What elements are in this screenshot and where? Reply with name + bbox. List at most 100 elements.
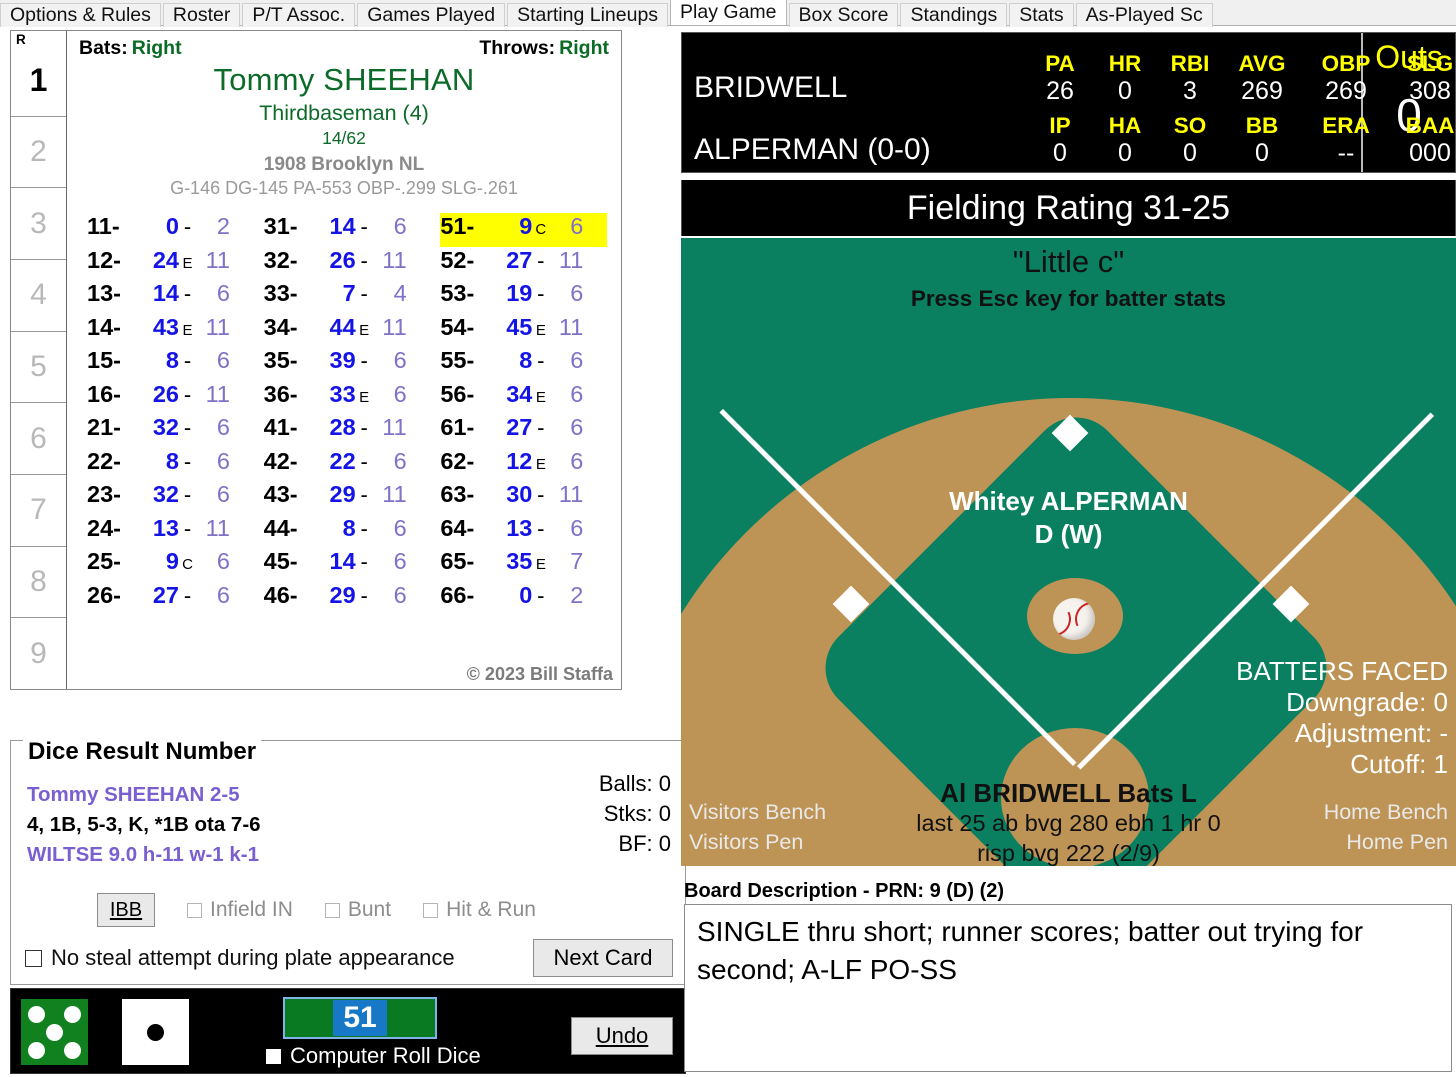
dice-roll-key: 16- bbox=[87, 380, 121, 407]
hit-and-run-label: Hit & Run bbox=[446, 898, 536, 921]
dice-result-row: 54- 45 E 11 bbox=[440, 314, 607, 348]
dice-roll-flag: E bbox=[182, 321, 193, 339]
dice-result-row: 42- 22-6 bbox=[264, 448, 431, 482]
batting-order-slot-1[interactable]: R1 bbox=[11, 31, 66, 117]
dice-result-row: 45- 14-6 bbox=[264, 548, 431, 582]
dice-roll-value: 45 bbox=[506, 313, 533, 340]
scoreboard-pitcher-value-era: -- bbox=[1337, 139, 1355, 167]
batting-order-slot-9[interactable]: 9 bbox=[11, 618, 66, 689]
dice-roll-flag: - bbox=[360, 348, 368, 373]
tab-play-game[interactable]: Play Game bbox=[670, 0, 787, 25]
scoreboard-pitcher-value-ip: 0 bbox=[1053, 139, 1067, 167]
undo-button-label: Undo bbox=[595, 1023, 649, 1048]
dice-roll-flag: - bbox=[360, 482, 368, 507]
dice-roll-flag: - bbox=[183, 348, 192, 373]
dice-result-row: 23- 32-6 bbox=[87, 481, 254, 515]
dice-roll-key: 15- bbox=[87, 347, 121, 373]
dice-roll-secondary: 6 bbox=[216, 280, 230, 306]
dice-roll-flag: - bbox=[183, 214, 192, 239]
dice-roll-value: 27 bbox=[506, 246, 533, 273]
balls-count: Balls: 0 bbox=[598, 771, 671, 796]
dice-roll-secondary: 6 bbox=[393, 447, 407, 474]
batting-order-slot-7[interactable]: 7 bbox=[11, 475, 66, 547]
throws-value: Right bbox=[559, 37, 609, 59]
batting-order-slot-8[interactable]: 8 bbox=[11, 547, 66, 619]
order-column-header: R bbox=[16, 32, 26, 47]
home-pen-link[interactable]: Home Pen bbox=[1346, 830, 1448, 855]
home-bench-link[interactable]: Home Bench bbox=[1324, 800, 1448, 825]
dice-roll-secondary: 11 bbox=[382, 414, 407, 440]
dice-roll-secondary: 11 bbox=[382, 313, 407, 340]
die-empty-cell bbox=[45, 1041, 63, 1059]
batting-order-slot-5[interactable]: 5 bbox=[11, 332, 66, 404]
batting-order-slot-6[interactable]: 6 bbox=[11, 403, 66, 476]
visitors-pen-link[interactable]: Visitors Pen bbox=[689, 830, 803, 855]
batting-order-slot-3[interactable]: 3 bbox=[11, 188, 66, 261]
batting-order-number: 2 bbox=[30, 135, 47, 168]
dice-roll-value: 8 bbox=[165, 347, 179, 373]
dice-roll-value: 9 bbox=[165, 548, 179, 574]
dice-roll-key: 53- bbox=[440, 280, 475, 306]
ibb-button[interactable]: IBB bbox=[97, 893, 155, 927]
dice-result-row: 46- 29-6 bbox=[264, 582, 431, 616]
dice-roll-flag: - bbox=[360, 515, 368, 541]
steal-and-next-row: No steal attempt during plate appearance… bbox=[25, 939, 673, 977]
dice-result-row: 15- 8-6 bbox=[87, 347, 254, 381]
tab-options-rules[interactable]: Options & Rules bbox=[0, 3, 161, 27]
die-empty-cell bbox=[128, 1023, 146, 1041]
baseball-field-diagram[interactable]: "Little c" Press Esc key for batter stat… bbox=[681, 238, 1456, 866]
dice-roll-value: 26 bbox=[152, 380, 179, 407]
tab-standings[interactable]: Standings bbox=[900, 3, 1008, 27]
batting-order-slot-4[interactable]: 4 bbox=[11, 260, 66, 332]
dice-roll-key: 65- bbox=[440, 548, 475, 574]
batting-order-slot-2[interactable]: 2 bbox=[11, 117, 66, 189]
roll-result-value: 51 bbox=[333, 1000, 387, 1036]
dice-roll-flag: - bbox=[537, 582, 545, 608]
dice-roll-secondary: 6 bbox=[570, 280, 584, 306]
dice-result-row: 12- 24 E 11 bbox=[87, 247, 254, 281]
visitors-bench-link[interactable]: Visitors Bench bbox=[689, 800, 826, 825]
dice-roll-flag: E bbox=[182, 254, 193, 272]
scoreboard-batter-value-avg: 269 bbox=[1241, 77, 1283, 105]
dice-roll-key: 31- bbox=[263, 213, 298, 239]
undo-button[interactable]: Undo bbox=[571, 1017, 673, 1055]
white-die[interactable] bbox=[122, 999, 189, 1065]
dice-roll-key: 61- bbox=[440, 414, 475, 440]
tab-box-score[interactable]: Box Score bbox=[788, 3, 899, 27]
tab-as-played-sc[interactable]: As-Played Sc bbox=[1075, 3, 1213, 27]
dice-result-row: 35- 39-6 bbox=[264, 347, 431, 381]
dice-roll-secondary: 11 bbox=[382, 246, 407, 273]
player-position: Thirdbaseman (4) bbox=[259, 101, 429, 125]
scoreboard-pitcher-value-bb: 0 bbox=[1255, 139, 1269, 167]
tab-stats[interactable]: Stats bbox=[1009, 3, 1074, 27]
main-tab-bar: Options & Rules Roster P/T Assoc. Games Pla… bbox=[0, 0, 1456, 27]
tab-p-t-assoc[interactable]: P/T Assoc. bbox=[242, 3, 356, 27]
dice-roll-value: 30 bbox=[506, 481, 533, 507]
computer-roll-dice-checkbox[interactable]: Computer Roll Dice bbox=[266, 1043, 481, 1069]
die-pip bbox=[27, 1041, 45, 1059]
scoreboard-pitcher-header-so: SO bbox=[1173, 113, 1207, 138]
dice-result-pitcher-line: WILTSE 9.0 h-11 w-1 k-1 bbox=[27, 843, 260, 866]
bunt-checkbox[interactable]: Bunt bbox=[324, 898, 391, 922]
scoreboard-pitcher-header-ha: HA bbox=[1108, 113, 1142, 138]
next-card-button[interactable]: Next Card bbox=[533, 939, 673, 977]
baseball-icon bbox=[1053, 598, 1095, 640]
dice-roll-secondary: 6 bbox=[393, 380, 407, 407]
infield-in-checkbox[interactable]: Infield IN bbox=[187, 898, 293, 922]
dice-roll-key: 34- bbox=[263, 313, 298, 340]
tab-games-played[interactable]: Games Played bbox=[357, 3, 506, 27]
copyright-notice: © 2023 Bill Staffa bbox=[466, 664, 613, 684]
green-die[interactable] bbox=[21, 999, 88, 1065]
dice-result-row: 33- 7-4 bbox=[264, 280, 431, 314]
player-team-season: 1908 Brooklyn NL bbox=[263, 154, 425, 175]
scoreboard-batter-value-hr: 0 bbox=[1118, 77, 1132, 105]
dice-roll-secondary: 6 bbox=[393, 347, 407, 373]
tab-starting-lineups[interactable]: Starting Lineups bbox=[507, 3, 669, 27]
no-steal-checkbox[interactable]: No steal attempt during plate appearance bbox=[25, 945, 455, 971]
scoreboard-batter-header-avg: AVG bbox=[1238, 51, 1286, 76]
bats-label: Bats: bbox=[79, 37, 128, 59]
dice-roll-value: 28 bbox=[329, 414, 356, 440]
hit-and-run-checkbox[interactable]: Hit & Run bbox=[423, 898, 536, 922]
tab-roster[interactable]: Roster bbox=[162, 3, 241, 27]
dice-roll-value: 12 bbox=[506, 447, 533, 474]
